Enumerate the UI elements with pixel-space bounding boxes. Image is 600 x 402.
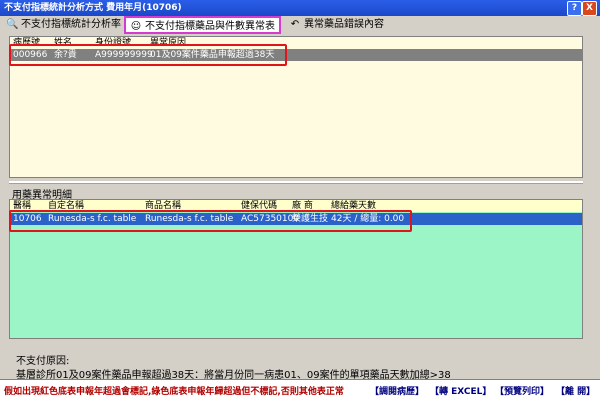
print-preview-button[interactable]: 【預覽列印】 <box>495 384 549 397</box>
status-bar: 假如出現紅色底表申報年超過會標記,綠色底表申報年歸超過但不標記,否則其他表正常 … <box>0 379 600 402</box>
close-button[interactable]: X <box>582 1 597 16</box>
tab-bar: 🔍 不支付指標統計分析率 ☺ 不支付指標藥品與件數異常表 ↶ 異常藥品錯誤內容 <box>0 16 600 34</box>
view-record-button[interactable]: 【調閱病歷】 <box>370 384 424 397</box>
window-title: 不支付指標統計分析方式 費用年月(10706) <box>4 3 182 13</box>
splitter[interactable] <box>9 181 583 184</box>
help-button[interactable]: ? <box>567 1 582 16</box>
tab-abnormal-drug-table[interactable]: ☺ 不支付指標藥品與件數異常表 <box>124 16 281 34</box>
doctor-icon: ☺ <box>130 21 142 32</box>
tab-statistics-rate[interactable]: 🔍 不支付指標統計分析率 <box>6 18 121 32</box>
title-bar: 不支付指標統計分析方式 費用年月(10706) ? X <box>0 0 600 16</box>
export-excel-button[interactable]: 【轉 EXCEL】 <box>430 384 491 397</box>
exit-button[interactable]: 【離 開】 <box>556 384 595 397</box>
legend-warning: 假如出現紅色底表申報年超過會標記,綠色底表申報年歸超過但不標記,否則其他表正常 <box>4 387 344 397</box>
highlight-box <box>9 210 412 232</box>
search-icon: 🔍 <box>6 19 19 30</box>
reason-title: 不支付原因: <box>16 356 70 367</box>
tab-abnormal-drug-errors[interactable]: ↶ 異常藥品錯誤內容 <box>289 18 384 32</box>
highlight-box <box>9 44 287 66</box>
back-arrow-icon: ↶ <box>290 19 300 30</box>
